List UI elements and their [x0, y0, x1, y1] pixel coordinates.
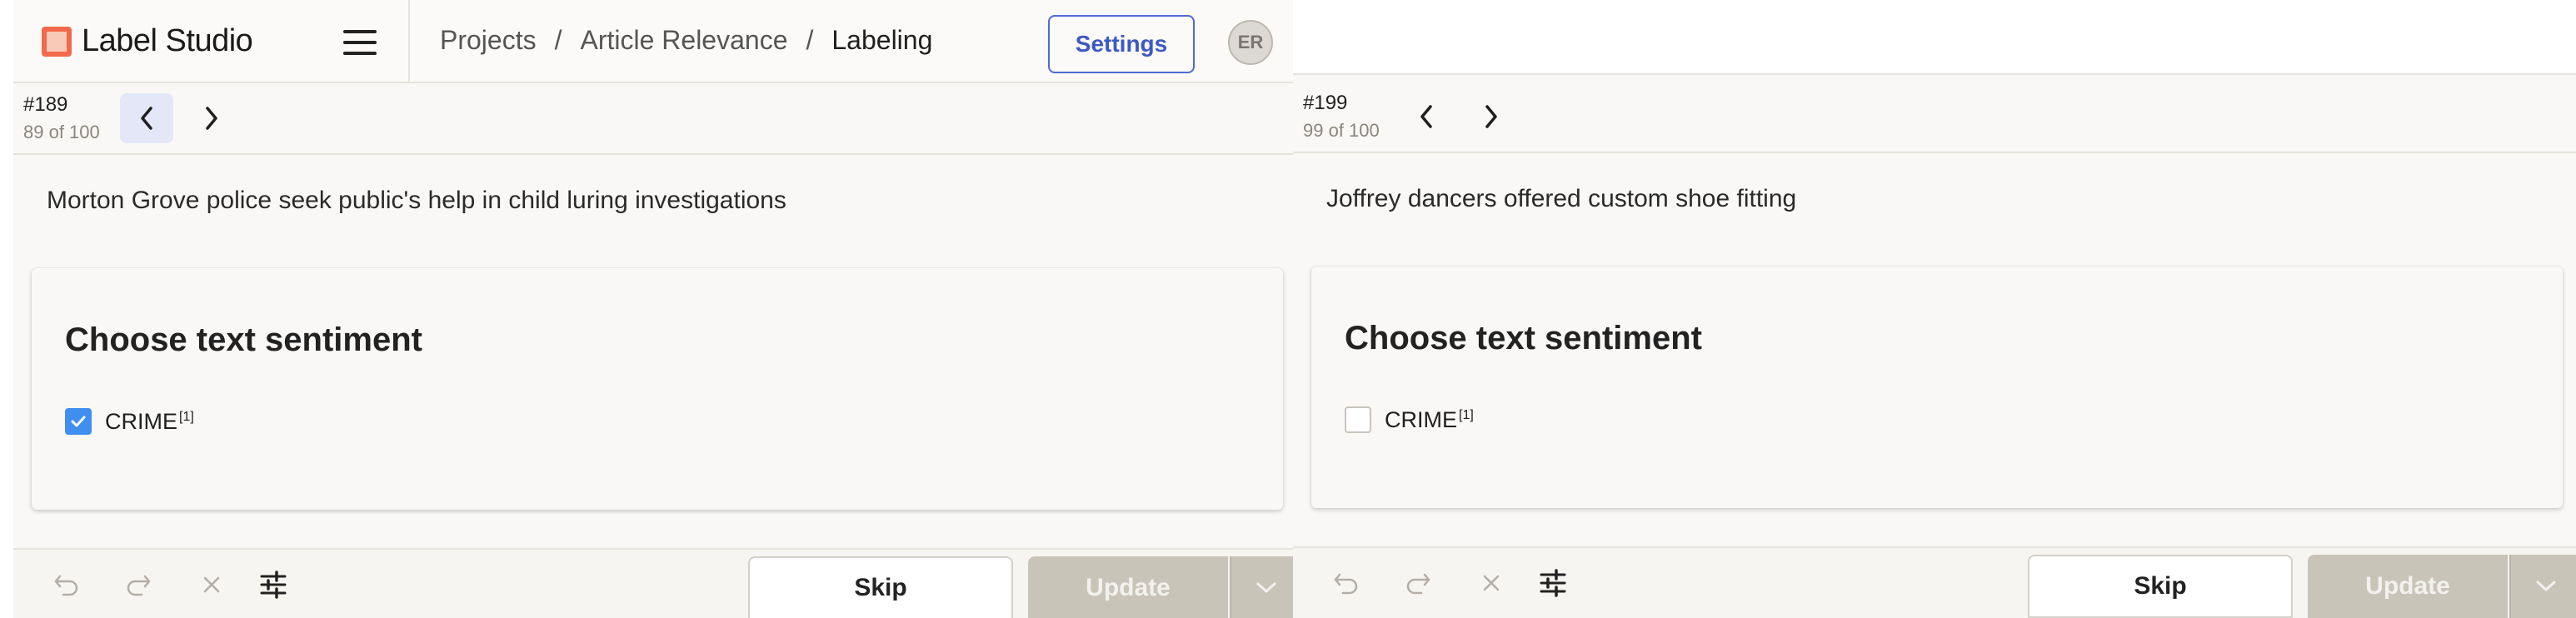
chevron-left-icon	[141, 107, 152, 130]
undo-icon	[54, 575, 78, 596]
sentiment-card: Choose text sentiment CRIME [1]	[1311, 267, 2563, 508]
update-menu-button[interactable]	[1230, 556, 1301, 618]
choice-hotkey: [1]	[179, 409, 194, 424]
redo-button[interactable]	[122, 568, 155, 601]
avatar[interactable]: ER	[1228, 20, 1273, 65]
breadcrumb-separator: /	[806, 25, 814, 55]
next-task-button[interactable]	[1465, 92, 1518, 142]
card-title: Choose text sentiment	[65, 321, 422, 358]
chevron-right-icon	[1485, 105, 1497, 128]
task-count: 99 of 100	[1303, 120, 1380, 141]
label-studio-logo-icon	[42, 26, 72, 57]
redo-icon	[1406, 573, 1430, 595]
logo[interactable]: Label Studio	[42, 23, 253, 59]
bottom-toolbar: Skip Update	[13, 548, 1301, 618]
bottom-toolbar: Skip Update	[1293, 546, 2576, 618]
choice-label: CRIME [1]	[1385, 407, 1474, 433]
prev-task-button[interactable]	[1400, 92, 1453, 142]
card-title: Choose text sentiment	[1345, 320, 1702, 356]
prev-task-button[interactable]	[120, 93, 173, 143]
undo-icon	[1334, 573, 1358, 595]
choice-crime[interactable]: CRIME [1]	[1345, 406, 1474, 433]
update-button[interactable]: Update	[2308, 555, 2508, 618]
skip-button[interactable]: Skip	[748, 556, 1013, 618]
chevron-down-icon	[1256, 582, 1276, 593]
breadcrumb-current: Labeling	[831, 25, 933, 55]
header-divider	[408, 0, 410, 82]
redo-icon	[127, 575, 151, 596]
choice-label: CRIME [1]	[105, 409, 194, 435]
task-id: #199	[1303, 92, 1348, 114]
task-navigation: #199 99 of 100	[1293, 82, 2576, 153]
article-text: Joffrey dancers offered custom shoe fitt…	[1326, 185, 1797, 212]
breadcrumb-project[interactable]: Article Relevance	[580, 25, 787, 56]
sliders-icon	[260, 571, 287, 599]
chevron-right-icon	[206, 107, 217, 130]
crime-checkbox[interactable]	[65, 408, 92, 435]
breadcrumb-projects[interactable]: Projects	[440, 25, 537, 56]
check-icon	[71, 416, 86, 427]
choice-label-text: CRIME	[1385, 406, 1457, 432]
crime-checkbox[interactable]	[1345, 406, 1371, 433]
app-header: Label Studio Projects / Article Relevanc…	[13, 0, 1301, 83]
sliders-icon	[1540, 569, 1566, 597]
top-area	[1293, 0, 2576, 75]
undo-button[interactable]	[1330, 566, 1363, 600]
task-count: 89 of 100	[23, 122, 100, 142]
labeling-panel-right: #199 99 of 100 Joffrey dancers offered c…	[1293, 0, 2576, 618]
article-text: Morton Grove police seek public's help i…	[47, 187, 786, 214]
choice-hotkey: [1]	[1459, 407, 1474, 422]
close-icon	[203, 576, 220, 593]
settings-button[interactable]: Settings	[1048, 15, 1195, 73]
annotation-settings-button[interactable]	[1536, 566, 1570, 600]
choice-crime[interactable]: CRIME [1]	[65, 408, 194, 435]
redo-button[interactable]	[1401, 566, 1435, 600]
labeling-panel-left: Label Studio Projects / Article Relevanc…	[13, 0, 1301, 618]
breadcrumb-separator: /	[554, 25, 562, 55]
task-navigation: #189 89 of 100	[13, 83, 1301, 155]
next-task-button[interactable]	[185, 93, 238, 143]
skip-button[interactable]: Skip	[2028, 555, 2293, 618]
update-button[interactable]: Update	[1028, 556, 1228, 618]
update-menu-button[interactable]	[2509, 555, 2576, 618]
breadcrumb: Projects / Article Relevance / Labeling	[440, 25, 932, 56]
reset-button[interactable]	[195, 568, 228, 601]
undo-button[interactable]	[50, 568, 83, 601]
chevron-down-icon	[2536, 581, 2556, 591]
choice-label-text: CRIME	[105, 408, 177, 434]
task-id: #189	[23, 93, 68, 116]
logo-text: Label Studio	[82, 23, 253, 58]
hamburger-menu-icon[interactable]	[343, 30, 377, 55]
annotation-settings-button[interactable]	[257, 568, 290, 601]
close-icon	[1483, 575, 1500, 591]
chevron-left-icon	[1420, 105, 1432, 128]
sentiment-card: Choose text sentiment CRIME [1]	[32, 268, 1283, 510]
reset-button[interactable]	[1475, 566, 1508, 600]
